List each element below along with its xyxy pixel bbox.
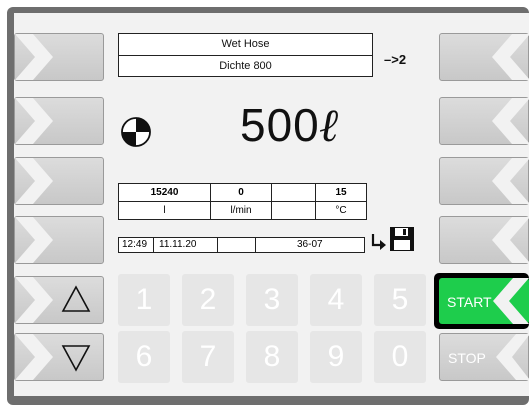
chevron-right-icon [15, 217, 53, 263]
arrow-up-button[interactable] [14, 276, 104, 324]
start-button[interactable]: START [434, 273, 529, 329]
right-softkey-1[interactable] [439, 33, 529, 81]
key-5[interactable]: 5 [374, 274, 426, 326]
status-code: 36-07 [297, 239, 323, 250]
up-arrow-icon [61, 285, 91, 312]
left-softkey-1[interactable] [14, 33, 104, 81]
chevron-left-icon [492, 98, 529, 144]
key-1[interactable]: 1 [118, 274, 170, 326]
key-7[interactable]: 7 [182, 331, 234, 383]
button-graphic [15, 334, 91, 380]
save-floppy-icon[interactable] [389, 226, 415, 252]
total-value: 15240 [118, 183, 211, 202]
status-time: 12:49 [122, 239, 148, 250]
stop-button[interactable]: STOP [439, 333, 529, 381]
left-softkey-2[interactable] [14, 97, 104, 145]
status-date: 11.11.20 [159, 239, 197, 250]
right-softkey-4[interactable] [439, 216, 529, 264]
status-divider [255, 238, 256, 252]
empty-unit [271, 201, 316, 220]
button-graphic [15, 277, 91, 323]
chevron-right-icon [15, 34, 53, 80]
volume-display: 500ℓ [240, 98, 340, 152]
key-9[interactable]: 9 [310, 331, 362, 383]
product-density: Dichte 800 [219, 60, 272, 72]
volume-unit: ℓ [319, 98, 341, 152]
status-bar: 12:49 11.11.20 36-07 [118, 237, 365, 253]
pie-progress-icon [121, 117, 151, 147]
volume-value: 500 [240, 99, 320, 151]
temperature-unit: °C [315, 201, 367, 220]
right-softkey-3[interactable] [439, 157, 529, 205]
readings-table: 15240 0 15 l l/min °C [118, 183, 367, 220]
chevron-right-icon [15, 158, 53, 204]
chevron-left-icon [496, 334, 529, 380]
status-divider [217, 238, 218, 252]
device-screen: START STOP Wet Hose Dichte 800 –>2 500ℓ … [14, 13, 529, 396]
flow-unit: l/min [210, 201, 272, 220]
arrow-down-button[interactable] [14, 333, 104, 381]
left-softkey-3[interactable] [14, 157, 104, 205]
temperature-value: 15 [315, 183, 367, 202]
chevron-right-icon [15, 98, 53, 144]
down-arrow-icon [61, 345, 91, 372]
key-4[interactable]: 4 [310, 274, 362, 326]
product-name: Wet Hose [119, 34, 372, 56]
chevron-left-icon [492, 217, 529, 263]
product-info-box: Wet Hose Dichte 800 [118, 33, 373, 77]
step-indicator: –>2 [384, 52, 407, 67]
chevron-left-icon [492, 158, 529, 204]
start-button-face: START [439, 278, 529, 324]
flow-value: 0 [210, 183, 272, 202]
key-6[interactable]: 6 [118, 331, 170, 383]
left-softkey-4[interactable] [14, 216, 104, 264]
total-unit: l [118, 201, 211, 220]
return-arrow-icon [371, 234, 386, 250]
key-2[interactable]: 2 [182, 274, 234, 326]
status-divider [153, 238, 154, 252]
chevron-left-icon [493, 278, 529, 324]
key-8[interactable]: 8 [246, 331, 298, 383]
key-3[interactable]: 3 [246, 274, 298, 326]
key-0[interactable]: 0 [374, 331, 426, 383]
empty-value [271, 183, 316, 202]
chevron-left-icon [492, 34, 529, 80]
right-softkey-2[interactable] [439, 97, 529, 145]
